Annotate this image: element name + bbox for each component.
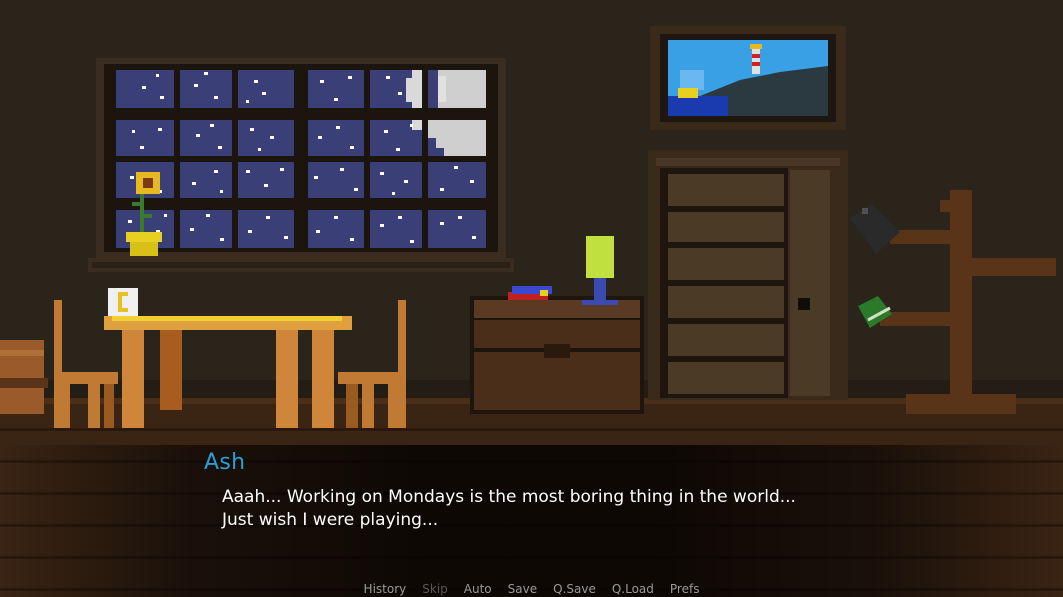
coffee-mug xyxy=(108,288,138,316)
quick-load-button[interactable]: Q.Load xyxy=(604,582,662,597)
night-window xyxy=(88,58,514,272)
wardrobe-door xyxy=(648,150,848,400)
lighthouse-painting xyxy=(650,26,846,130)
auto-button[interactable]: Auto xyxy=(456,582,500,597)
history-button[interactable]: History xyxy=(356,582,415,597)
clay-pot xyxy=(0,340,48,414)
skip-button[interactable]: Skip xyxy=(414,582,456,597)
preferences-button[interactable]: Prefs xyxy=(662,582,708,597)
game-scene: Ash Aaah... Working on Mondays is the mo… xyxy=(0,0,1063,597)
quick-menu: History Skip Auto Save Q.Save Q.Load Pre… xyxy=(0,582,1063,597)
quick-save-button[interactable]: Q.Save xyxy=(545,582,604,597)
dialogue-text: Aaah... Working on Mondays is the most b… xyxy=(222,487,796,530)
save-button[interactable]: Save xyxy=(500,582,545,597)
speaker-name: Ash xyxy=(204,450,246,475)
